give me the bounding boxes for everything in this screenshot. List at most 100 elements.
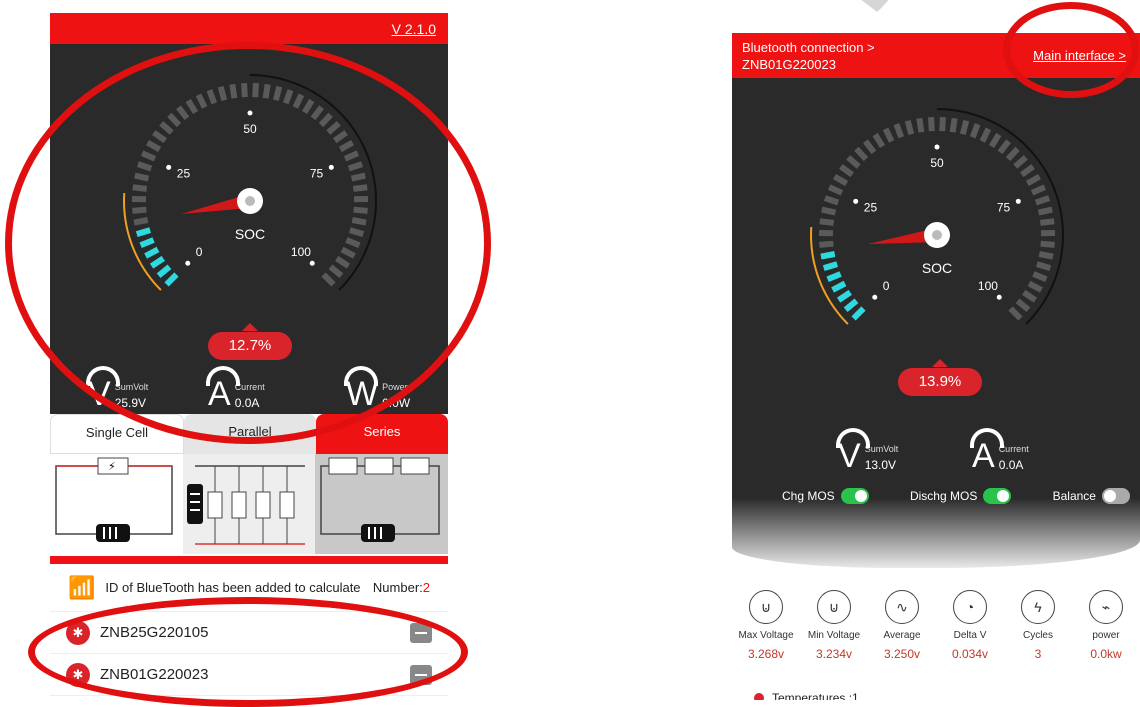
gauge-tick bbox=[1018, 301, 1029, 310]
gauge-tick bbox=[349, 164, 362, 168]
volt-icon: V bbox=[88, 378, 111, 410]
device-row[interactable]: ✱ ZNB01G220023 bbox=[50, 654, 448, 696]
gauge-tick-label: 100 bbox=[978, 279, 998, 293]
right-header: Bluetooth connection > ZNB01G220023 Main… bbox=[732, 33, 1140, 78]
stat-min-voltage: ⊍Min Voltage3.234v bbox=[800, 590, 868, 661]
gauge-area: 0255075100 SOC 13.9% V SumVolt13.0V A Cu… bbox=[732, 78, 1140, 498]
bluetooth-icon: ✱ bbox=[66, 663, 90, 687]
device-row[interactable]: ✱ ZNB25G220105 bbox=[50, 612, 448, 654]
router-icon: 📶 bbox=[68, 575, 95, 601]
gauge-dot bbox=[1016, 199, 1021, 204]
gauge-tick bbox=[352, 220, 366, 223]
device-name: ZNB01G220023 bbox=[100, 666, 410, 683]
gauge-tick bbox=[1032, 187, 1045, 193]
gauge-tick bbox=[896, 124, 901, 137]
gauge-area: 0255075100 SOC 12.7% V SumVolt25.9V A Cu… bbox=[50, 44, 448, 414]
wave-decoration bbox=[732, 498, 1140, 568]
remove-device-button[interactable] bbox=[410, 623, 432, 643]
gauge-tick bbox=[346, 240, 359, 245]
gauge-tick-label: 75 bbox=[310, 166, 324, 180]
bluetooth-info-row: 📶 ID of BlueTooth has been added to calc… bbox=[50, 564, 448, 612]
gauge-tick-label: 0 bbox=[196, 245, 203, 259]
gauge-dot bbox=[935, 145, 940, 150]
gauge-tick bbox=[1008, 149, 1018, 159]
gauge-tick bbox=[856, 149, 866, 159]
dischg-mos-toggle[interactable] bbox=[983, 488, 1011, 504]
gauge-tick bbox=[824, 264, 837, 268]
stat-delta-v: ◔Delta V0.034v bbox=[936, 590, 1004, 661]
gauge-tick bbox=[199, 95, 205, 108]
gauge-tick bbox=[829, 187, 842, 193]
gauge-tick bbox=[841, 167, 852, 175]
gauge-tick bbox=[1036, 198, 1049, 202]
gauge-tick bbox=[1039, 210, 1053, 213]
metric-caption: Power bbox=[382, 382, 410, 392]
gauge-tick bbox=[1039, 254, 1053, 257]
gauge-tick-label: 25 bbox=[177, 166, 191, 180]
gauge-dot bbox=[872, 295, 877, 300]
gauge-tick bbox=[161, 123, 172, 132]
gauge-tick bbox=[209, 90, 214, 103]
temperatures-row[interactable]: Temperatures :1 bbox=[754, 691, 1140, 700]
gauge-tick bbox=[833, 283, 845, 290]
gauge-tick bbox=[324, 275, 334, 285]
gauge-tick bbox=[991, 134, 998, 146]
gauge-tick bbox=[953, 118, 955, 132]
gauge-tick bbox=[335, 133, 346, 141]
left-screen: V 2.1.0 0255075100 SOC 12.7% V SumVolt25… bbox=[50, 13, 448, 703]
gauge-tick bbox=[1011, 309, 1021, 319]
balance-toggle[interactable] bbox=[1102, 488, 1130, 504]
stat-average: ∿Average3.250v bbox=[868, 590, 936, 661]
divider bbox=[50, 556, 448, 564]
connection-mode-tabs: Single Cell Parallel Series bbox=[50, 414, 448, 454]
gauge-tick bbox=[353, 187, 367, 189]
gauge-tick bbox=[1040, 221, 1054, 223]
version-link[interactable]: V 2.1.0 bbox=[392, 21, 436, 37]
gauge-tick bbox=[159, 267, 170, 276]
gauge-hub-center bbox=[932, 230, 942, 240]
svg-text:⚡: ⚡ bbox=[108, 460, 116, 473]
gauge-tick bbox=[1027, 177, 1039, 184]
gauge-tick bbox=[340, 143, 352, 150]
gauge-tick bbox=[919, 118, 921, 132]
stat-max-voltage: ⊍Max Voltage3.268v bbox=[732, 590, 800, 661]
metric-value: 0.0W bbox=[382, 396, 410, 410]
gauge-tick bbox=[846, 301, 857, 310]
soc-gauge: 0255075100 SOC bbox=[115, 66, 385, 336]
gauge-tick bbox=[266, 84, 268, 98]
info-text: ID of BlueTooth has been added to calcul… bbox=[105, 580, 373, 595]
watt-icon: W bbox=[346, 378, 378, 410]
gauge-tick bbox=[178, 107, 186, 118]
tab-single-cell[interactable]: Single Cell bbox=[50, 414, 184, 454]
tab-parallel[interactable]: Parallel bbox=[184, 414, 316, 454]
remove-device-button[interactable] bbox=[410, 665, 432, 685]
gauge-tick bbox=[295, 95, 301, 108]
gauge-tick bbox=[350, 230, 363, 234]
soc-value-badge: 13.9% bbox=[898, 368, 982, 396]
gauge-dot bbox=[329, 165, 334, 170]
tab-series[interactable]: Series bbox=[316, 414, 448, 454]
gauge-tick bbox=[154, 133, 165, 141]
gauge-tick bbox=[133, 187, 147, 189]
mos-toggles: Chg MOS Dischg MOS Balance bbox=[732, 488, 1140, 504]
single-cell-circuit-icon[interactable]: ⚡ bbox=[50, 454, 183, 554]
gauge-tick bbox=[819, 244, 833, 245]
main-interface-link[interactable]: Main interface > bbox=[1033, 47, 1126, 64]
gauge-tick bbox=[865, 141, 873, 152]
current-metric: A Current0.0A bbox=[972, 440, 1029, 472]
device-count: Number:2 bbox=[373, 580, 430, 595]
gauge-tick bbox=[839, 292, 851, 300]
chg-mos-toggle[interactable] bbox=[841, 488, 869, 504]
series-circuit-icon[interactable] bbox=[315, 454, 448, 554]
gauge-tick bbox=[342, 249, 354, 256]
gauge-tick bbox=[1024, 292, 1036, 300]
gauge-tick bbox=[146, 249, 158, 256]
parallel-circuit-icon[interactable] bbox=[183, 454, 316, 554]
gauge-dot bbox=[853, 199, 858, 204]
gauge-hub-center bbox=[245, 196, 255, 206]
stat-cycles: ϟCycles3 bbox=[1004, 590, 1072, 661]
gauge-tick bbox=[354, 210, 368, 211]
gauge-tick bbox=[1041, 244, 1055, 245]
gauge-dot bbox=[248, 111, 253, 116]
battery-down-icon: ⊍ bbox=[817, 590, 851, 624]
